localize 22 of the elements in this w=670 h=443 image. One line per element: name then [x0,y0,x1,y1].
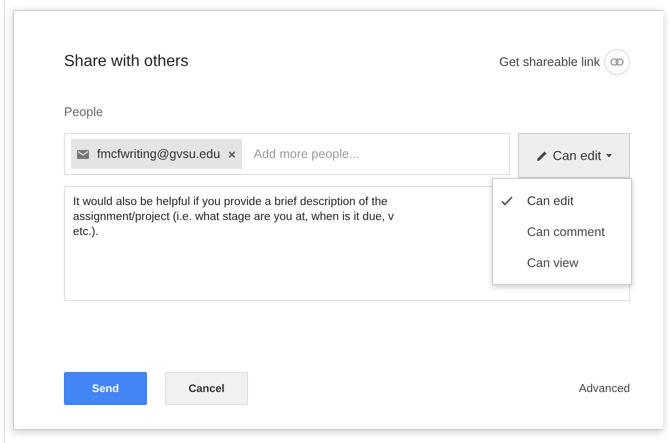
message-text: assignment/project (i.e. what stage are you at, when is it due, v [73,210,394,225]
people-field[interactable]: fmcfwriting@gvsu.edu × Add more people... [64,133,510,175]
message-text: etc.). [73,225,99,240]
cancel-button[interactable]: Cancel [165,372,248,405]
message-text: It would also be helpful if you provide a brief description of the [73,195,388,210]
link-icon[interactable] [604,49,630,75]
dialog-title: Share with others [64,53,189,71]
recipient-chip[interactable]: fmcfwriting@gvsu.edu × [71,139,242,169]
people-label: People [64,105,104,119]
advanced-link[interactable]: Advanced [578,382,630,394]
pencil-icon [536,150,548,162]
menu-item[interactable]: Can view [493,247,631,278]
shareable-link[interactable]: Get shareable link [499,55,600,69]
send-button[interactable]: Send [64,372,147,405]
caret-icon [606,154,612,158]
recipient-email: fmcfwriting@gvsu.edu [97,147,220,161]
mail-icon [77,150,89,158]
remove-button[interactable]: × [228,146,236,162]
menu-item[interactable]: Can edit [493,185,631,216]
check-icon [501,196,513,206]
permission-button[interactable]: Can edit [518,133,630,178]
menu-item[interactable]: Can comment [493,216,631,247]
